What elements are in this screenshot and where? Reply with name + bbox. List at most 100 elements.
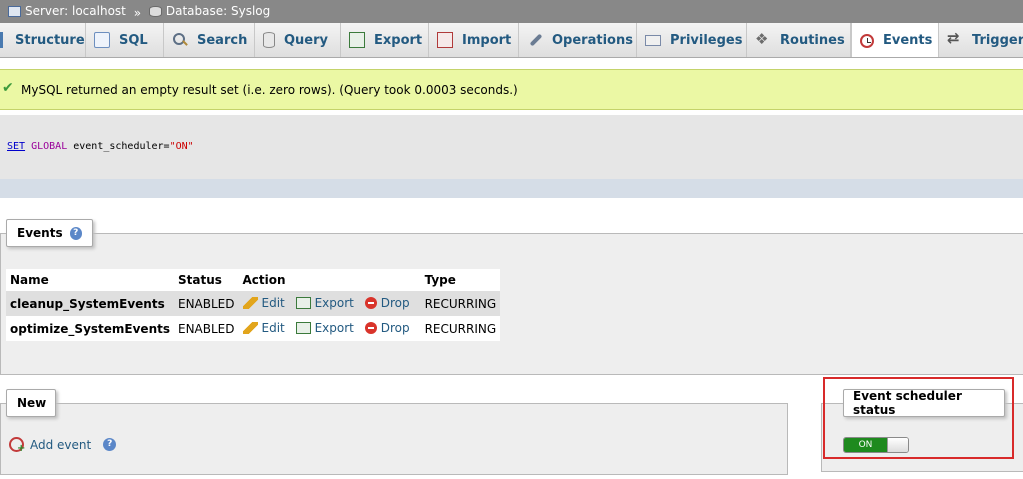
new-fieldset [0, 403, 788, 475]
help-icon[interactable]: ? [103, 438, 117, 451]
tab-events[interactable]: Events [851, 23, 939, 57]
event-type: RECURRING [420, 316, 501, 341]
triggers-icon [947, 29, 963, 48]
tab-label: SQL [119, 32, 148, 48]
help-icon[interactable]: ? [69, 226, 82, 240]
tab-label: Structure [15, 32, 85, 48]
tab-label: Routines [780, 32, 845, 48]
events-legend: Events ? [6, 219, 93, 247]
database-label[interactable]: Database: Syslog [166, 0, 270, 22]
events-icon [860, 33, 874, 48]
event-actions: Edit Export Drop [238, 316, 421, 341]
table-header-row: Name Status Action Type [6, 269, 501, 291]
structure-icon [0, 32, 6, 48]
drop-icon [364, 321, 377, 334]
tab-bar: Structure SQL Search Query Export Import… [0, 23, 1023, 58]
toggle-knob[interactable] [887, 438, 908, 452]
query-icon [263, 32, 275, 48]
new-legend: New [6, 389, 56, 417]
export-icon [295, 321, 311, 334]
toggle-on-label: ON [844, 438, 887, 452]
event-type: RECURRING [420, 291, 501, 316]
column-header-type: Type [420, 269, 501, 291]
tab-label: Query [284, 32, 329, 48]
column-header-status: Status [174, 269, 239, 291]
add-event-label: Add event [30, 437, 92, 452]
routines-icon [755, 30, 771, 48]
tab-query[interactable]: Query [255, 23, 341, 57]
column-header-action: Action [238, 269, 421, 291]
tab-routines[interactable]: Routines [747, 23, 851, 57]
sql-identifier: event_scheduler= [67, 141, 170, 152]
tab-label: Search [197, 32, 248, 48]
tab-label: Export [374, 32, 423, 48]
sql-keyword-global: GLOBAL [31, 141, 68, 152]
tab-structure[interactable]: Structure [0, 23, 86, 57]
tab-label: Privileges [670, 32, 743, 48]
edit-label: Edit [261, 295, 285, 310]
breadcrumb-separator: » [133, 5, 142, 20]
tab-label: Events [883, 33, 933, 48]
event-status: ENABLED [174, 291, 239, 316]
checkmark-icon [2, 80, 16, 97]
privileges-icon [645, 34, 661, 46]
server-crumb[interactable]: Server: localhost [8, 0, 126, 22]
pencil-icon [242, 321, 258, 334]
operations-icon [527, 32, 543, 48]
export-label: Export [314, 320, 354, 335]
export-link[interactable]: Export [295, 295, 354, 310]
export-label: Export [314, 295, 354, 310]
new-legend-label: New [17, 396, 47, 410]
export-icon [295, 296, 311, 309]
drop-icon [364, 296, 377, 309]
sql-icon [94, 32, 110, 48]
success-message: MySQL returned an empty result set (i.e.… [0, 69, 1023, 110]
tab-import[interactable]: Import [429, 23, 519, 57]
server-icon [8, 5, 21, 17]
tab-operations[interactable]: Operations [519, 23, 637, 57]
tab-sql[interactable]: SQL [86, 23, 164, 57]
pencil-icon [242, 296, 258, 309]
tab-privileges[interactable]: Privileges [637, 23, 747, 57]
drop-link[interactable]: Drop [364, 320, 410, 335]
add-event-link[interactable]: Add event ? [9, 437, 117, 454]
sql-query-footer [0, 179, 1023, 198]
scheduler-legend: Event scheduler status [843, 389, 1005, 417]
table-row: cleanup_SystemEvents ENABLED Edit Export… [6, 291, 501, 316]
add-event-icon [9, 437, 25, 454]
export-link[interactable]: Export [295, 320, 354, 335]
database-icon [148, 5, 162, 17]
edit-link[interactable]: Edit [242, 320, 285, 335]
database-crumb[interactable]: Database: Syslog [148, 0, 270, 22]
tab-label: Operations [552, 32, 633, 48]
drop-link[interactable]: Drop [364, 295, 410, 310]
edit-link[interactable]: Edit [242, 295, 285, 310]
drop-label: Drop [380, 320, 410, 335]
drop-label: Drop [380, 295, 410, 310]
sql-query-box: SET GLOBAL event_scheduler="ON" [0, 115, 1023, 179]
sql-keyword-set[interactable]: SET [7, 141, 25, 152]
search-icon [172, 32, 188, 48]
success-text: MySQL returned an empty result set (i.e.… [21, 82, 518, 97]
tab-label: Trigger [972, 32, 1023, 48]
export-icon [349, 32, 365, 48]
event-name: optimize_SystemEvents [6, 316, 174, 341]
tab-label: Import [462, 32, 512, 48]
events-legend-label: Events [17, 226, 63, 240]
tab-search[interactable]: Search [164, 23, 255, 57]
event-name: cleanup_SystemEvents [6, 291, 174, 316]
tab-triggers[interactable]: Trigger [939, 23, 1023, 57]
server-label[interactable]: Server: localhost [25, 0, 126, 22]
events-table: Name Status Action Type cleanup_SystemEv… [6, 269, 501, 341]
column-header-name: Name [6, 269, 174, 291]
event-actions: Edit Export Drop [238, 291, 421, 316]
import-icon [437, 32, 453, 48]
scheduler-toggle[interactable]: ON [843, 437, 909, 453]
event-status: ENABLED [174, 316, 239, 341]
scheduler-legend-label: Event scheduler status [853, 389, 962, 417]
edit-label: Edit [261, 320, 285, 335]
breadcrumb: Server: localhost » Database: Syslog [0, 0, 1023, 23]
sql-string-value: "ON" [169, 141, 194, 152]
tab-export[interactable]: Export [341, 23, 429, 57]
table-row: optimize_SystemEvents ENABLED Edit Expor… [6, 316, 501, 341]
